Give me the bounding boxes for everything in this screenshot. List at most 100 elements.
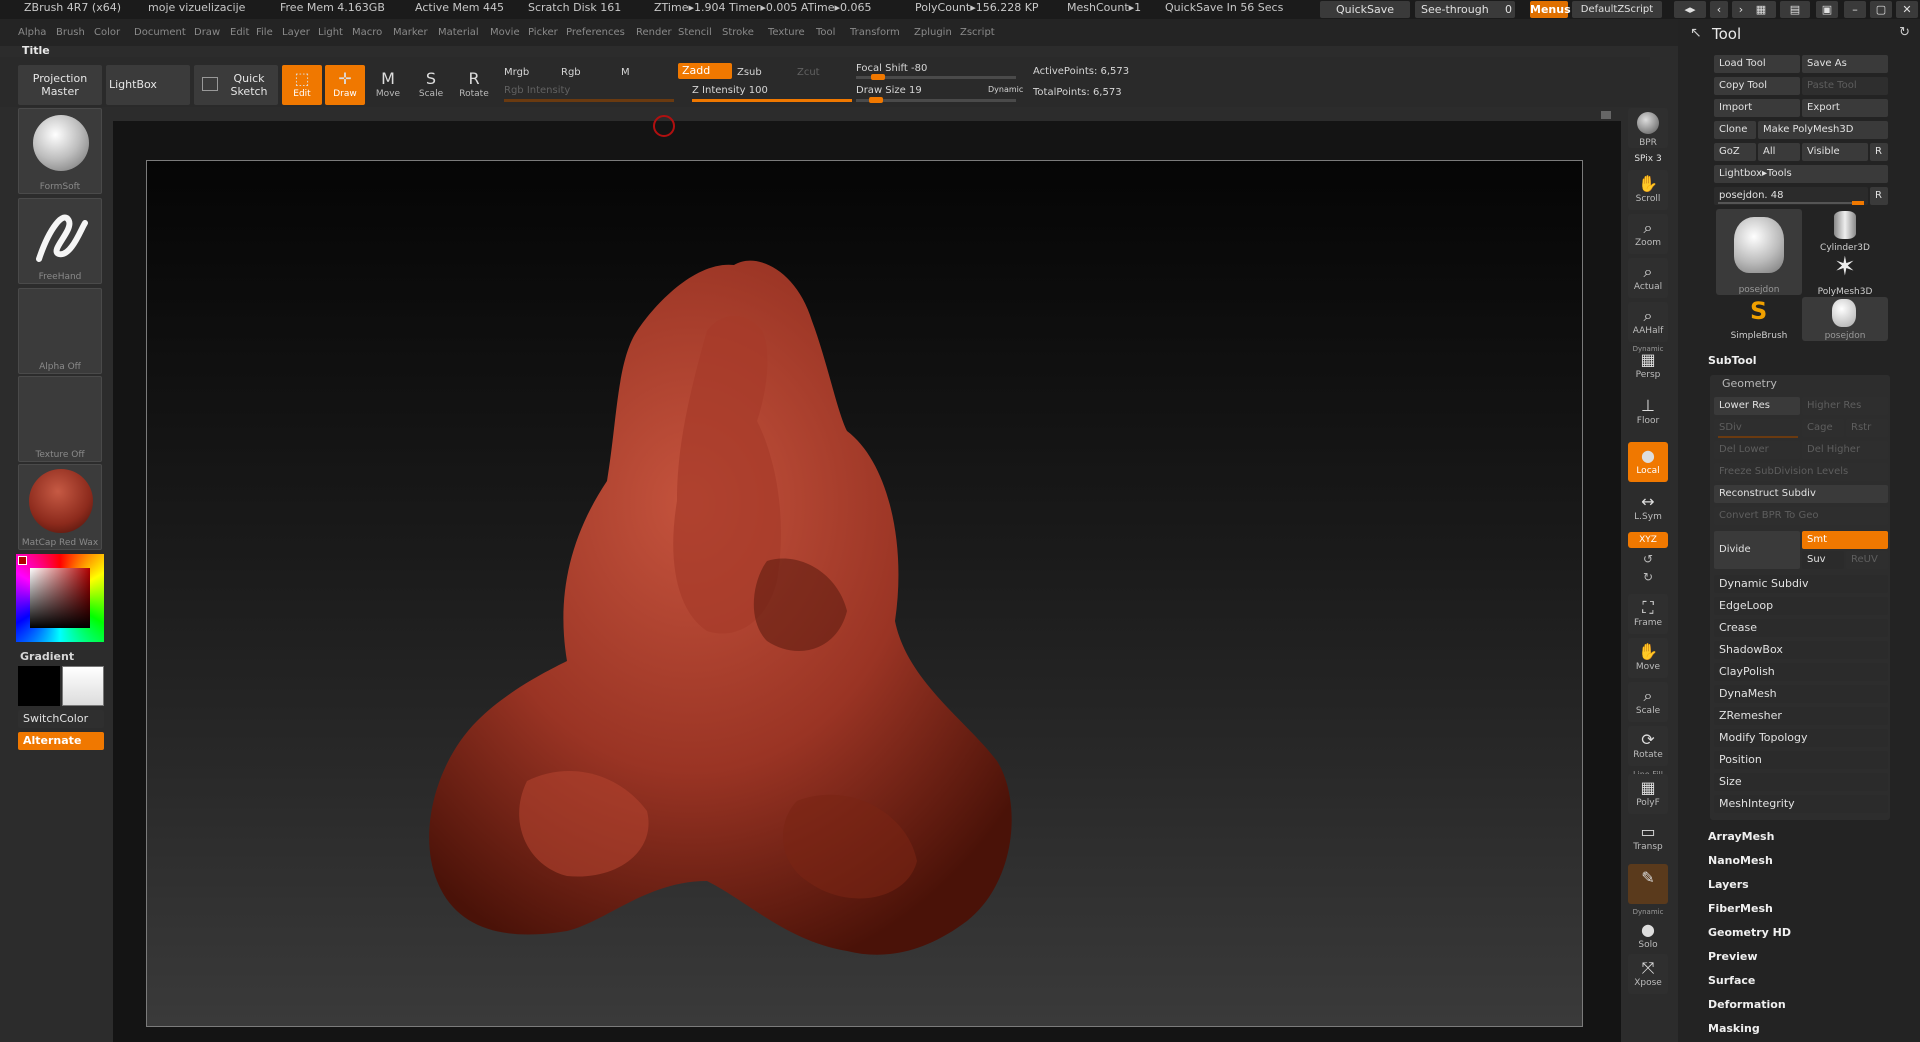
- maximize-icon[interactable]: ▢: [1870, 1, 1892, 18]
- menu-document[interactable]: Document: [134, 27, 186, 38]
- menus-button[interactable]: Menus: [1530, 1, 1571, 18]
- lower-res-button[interactable]: Lower Res: [1714, 397, 1800, 415]
- import-button[interactable]: Import: [1714, 99, 1800, 117]
- smt-toggle[interactable]: Smt: [1802, 531, 1888, 549]
- xyz-button[interactable]: XYZ: [1628, 532, 1668, 548]
- m-button[interactable]: M: [621, 67, 630, 78]
- rgb-intensity-track[interactable]: [504, 99, 674, 102]
- scroll-button[interactable]: ✋ Scroll: [1628, 170, 1668, 210]
- modify-topology-section[interactable]: Modify Topology: [1714, 729, 1888, 747]
- menu-alpha[interactable]: Alpha: [18, 27, 46, 38]
- rgb-intensity-slider[interactable]: Rgb Intensity: [504, 85, 570, 96]
- arraymesh-section[interactable]: ArrayMesh: [1698, 827, 1913, 847]
- rotate-y-icon[interactable]: ↺: [1628, 552, 1668, 566]
- menu-tool[interactable]: Tool: [816, 27, 835, 38]
- palette-reset-icon[interactable]: ↻: [1899, 25, 1910, 40]
- alternate-button[interactable]: Alternate: [18, 732, 104, 750]
- z-intensity-slider[interactable]: Z Intensity 100: [692, 85, 768, 96]
- menu-texture[interactable]: Texture: [768, 27, 805, 38]
- goz-button[interactable]: GoZ: [1714, 143, 1756, 161]
- goz-visible-button[interactable]: Visible: [1802, 143, 1868, 161]
- floor-button[interactable]: ⊥ Floor: [1628, 392, 1668, 432]
- save-as-button[interactable]: Save As: [1802, 55, 1888, 73]
- sdiv-slider[interactable]: SDiv: [1714, 419, 1800, 437]
- load-tool-button[interactable]: Load Tool: [1714, 55, 1800, 73]
- tool-tile-simplebrush[interactable]: S SimpleBrush: [1716, 297, 1802, 341]
- sculpt-model[interactable]: [147, 161, 1584, 1028]
- menu-zplugin[interactable]: Zplugin: [914, 27, 952, 38]
- quick-sketch-button[interactable]: Quick Sketch: [194, 65, 278, 105]
- menu-marker[interactable]: Marker: [393, 27, 428, 38]
- edit-button[interactable]: ⬚ Edit: [282, 65, 322, 105]
- menu-picker[interactable]: Picker: [528, 27, 558, 38]
- masking-section[interactable]: Masking: [1698, 1019, 1913, 1039]
- zoom-button[interactable]: ⌕ Zoom: [1628, 214, 1668, 254]
- document-canvas[interactable]: [113, 111, 1621, 1042]
- secondary-color-swatch[interactable]: [62, 666, 104, 706]
- ghost-button[interactable]: ✎: [1628, 864, 1668, 904]
- viewport[interactable]: [146, 160, 1583, 1027]
- palette-icon[interactable]: ▦: [1746, 1, 1776, 18]
- spix-slider[interactable]: SPix 3: [1628, 154, 1668, 164]
- rotate-z-icon[interactable]: ↻: [1628, 570, 1668, 584]
- scale-button[interactable]: S Scale: [411, 65, 451, 105]
- color-square[interactable]: [30, 568, 90, 628]
- main-color-swatch[interactable]: [18, 666, 60, 706]
- move-view-button[interactable]: ✋ Move: [1628, 638, 1668, 678]
- lsym-button[interactable]: ↔ L.Sym: [1628, 488, 1668, 528]
- default-zscript-button[interactable]: DefaultZScript: [1572, 1, 1662, 18]
- solo-button[interactable]: ● Solo: [1628, 916, 1668, 950]
- current-tool-slider[interactable]: posejdon. 48: [1714, 187, 1868, 205]
- zremesher-section[interactable]: ZRemesher: [1714, 707, 1888, 725]
- lock-icon[interactable]: ▣: [1816, 1, 1838, 18]
- menu-stroke[interactable]: Stroke: [722, 27, 754, 38]
- suv-toggle[interactable]: Suv: [1802, 551, 1844, 569]
- gradient-label[interactable]: Gradient: [20, 650, 74, 663]
- local-button[interactable]: ● Local: [1628, 442, 1668, 482]
- claypolish-section[interactable]: ClayPolish: [1714, 663, 1888, 681]
- mrgb-button[interactable]: Mrgb: [504, 67, 529, 78]
- switch-color-button[interactable]: SwitchColor: [18, 710, 104, 728]
- menu-stencil[interactable]: Stencil: [678, 27, 712, 38]
- see-through-slider[interactable]: See-through 0: [1415, 1, 1515, 18]
- zcut-button[interactable]: Zcut: [797, 67, 820, 78]
- scale-view-button[interactable]: ⌕ Scale: [1628, 682, 1668, 722]
- palette-pin-icon[interactable]: ↖: [1690, 25, 1702, 41]
- layout-prev-icon[interactable]: ‹: [1710, 1, 1728, 18]
- transp-button[interactable]: ▭ Transp: [1628, 818, 1668, 858]
- goz-all-button[interactable]: All: [1758, 143, 1800, 161]
- geometry-hd-section[interactable]: Geometry HD: [1698, 923, 1913, 943]
- crease-section[interactable]: Crease: [1714, 619, 1888, 637]
- draw-button[interactable]: ✛ Draw: [325, 65, 365, 105]
- focal-shift-slider[interactable]: Focal Shift -80: [856, 63, 927, 74]
- del-higher-button[interactable]: Del Higher: [1802, 441, 1888, 459]
- bpr-button[interactable]: BPR: [1628, 108, 1668, 148]
- frame-button[interactable]: ⛶ Frame: [1628, 594, 1668, 634]
- position-section[interactable]: Position: [1714, 751, 1888, 769]
- meshintegrity-section[interactable]: MeshIntegrity: [1714, 795, 1888, 813]
- lightbox-button[interactable]: LightBox: [106, 65, 190, 105]
- surface-section[interactable]: Surface: [1698, 971, 1913, 991]
- copy-tool-button[interactable]: Copy Tool: [1714, 77, 1800, 95]
- shadowbox-section[interactable]: ShadowBox: [1714, 641, 1888, 659]
- subtool-section[interactable]: SubTool: [1698, 351, 1913, 371]
- menu-layer[interactable]: Layer: [282, 27, 310, 38]
- dynamesh-section[interactable]: DynaMesh: [1714, 685, 1888, 703]
- preview-section[interactable]: Preview: [1698, 947, 1913, 967]
- quicksave-button[interactable]: QuickSave: [1320, 1, 1410, 18]
- menu-preferences[interactable]: Preferences: [566, 27, 625, 38]
- divide-button[interactable]: Divide: [1714, 531, 1800, 569]
- reconstruct-subdiv-button[interactable]: Reconstruct Subdiv: [1714, 485, 1888, 503]
- menu-light[interactable]: Light: [318, 27, 343, 38]
- zadd-button[interactable]: Zadd: [678, 63, 732, 79]
- zsub-button[interactable]: Zsub: [737, 67, 762, 78]
- clone-button[interactable]: Clone: [1714, 121, 1756, 139]
- menu-material[interactable]: Material: [438, 27, 479, 38]
- dynamic-toggle[interactable]: Dynamic: [988, 85, 1023, 94]
- make-polymesh-button[interactable]: Make PolyMesh3D: [1758, 121, 1888, 139]
- layers-section[interactable]: Layers: [1698, 875, 1913, 895]
- del-lower-button[interactable]: Del Lower: [1714, 441, 1800, 459]
- actual-button[interactable]: ⌕ Actual: [1628, 258, 1668, 298]
- xpose-button[interactable]: ⤧ Xpose: [1628, 954, 1668, 994]
- menu-file[interactable]: File: [256, 27, 273, 38]
